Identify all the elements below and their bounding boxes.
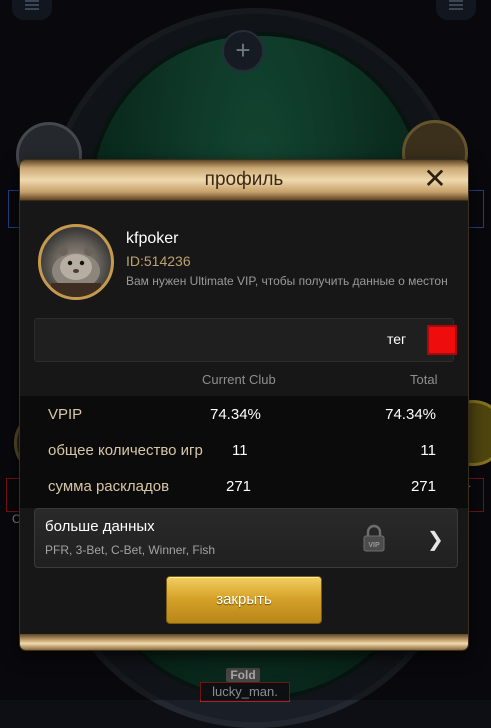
- stats-table: VPIP 74.34% 74.34% общее количество игр …: [20, 396, 468, 508]
- stat-label: общее количество игр: [48, 442, 203, 459]
- column-header-total: Total: [410, 372, 438, 387]
- dialog-title: профиль: [204, 169, 284, 190]
- username: kfpoker: [126, 230, 179, 247]
- more-data-title: больше данных: [45, 518, 155, 535]
- profile-dialog: профиль ✕ kfpoker ID:514236 Вам нужен Ul…: [20, 160, 468, 650]
- column-header-current-club: Current Club: [202, 372, 276, 387]
- stat-value-club: 271: [226, 478, 252, 495]
- vip-lock-icon: VIP: [363, 524, 385, 552]
- table-row: общее количество игр 11 11: [20, 434, 468, 468]
- avatar: [38, 224, 114, 300]
- dialog-body: kfpoker ID:514236 Вам нужен Ultimate VIP…: [20, 200, 468, 640]
- user-id: ID:514236: [126, 253, 191, 269]
- tag-color-swatch[interactable]: [427, 325, 457, 355]
- svg-text:VIP: VIP: [368, 542, 380, 549]
- stat-value-club: 74.34%: [210, 406, 261, 423]
- tag-bar[interactable]: тег: [34, 318, 457, 362]
- close-button[interactable]: закрыть: [166, 576, 322, 624]
- dialog-footer-bar: [20, 634, 468, 650]
- stat-label: сумма раскладов: [48, 478, 170, 495]
- more-data-button[interactable]: больше данных PFR, 3-Bet, C-Bet, Winner,…: [34, 508, 458, 568]
- table-row: VPIP 74.34% 74.34%: [20, 398, 468, 432]
- stat-value-total: 74.34%: [385, 406, 436, 423]
- tag-label: тег: [387, 331, 407, 347]
- close-button-label: закрыть: [216, 591, 272, 608]
- stat-value-club: 11: [232, 442, 248, 459]
- dialog-header: профиль ✕: [20, 160, 468, 201]
- stat-value-total: 11: [420, 442, 436, 459]
- close-icon[interactable]: ✕: [422, 165, 448, 193]
- vip-requirement-note: Вам нужен Ultimate VIP, чтобы получить д…: [126, 274, 448, 288]
- table-row: сумма раскладов 271 271: [20, 470, 468, 504]
- stat-label: VPIP: [48, 406, 83, 423]
- stat-value-total: 271: [410, 478, 436, 495]
- chevron-right-icon: ❯: [427, 529, 444, 551]
- hamster-avatar-icon: [51, 246, 101, 297]
- more-data-subtitle: PFR, 3-Bet, C-Bet, Winner, Fish: [45, 543, 216, 557]
